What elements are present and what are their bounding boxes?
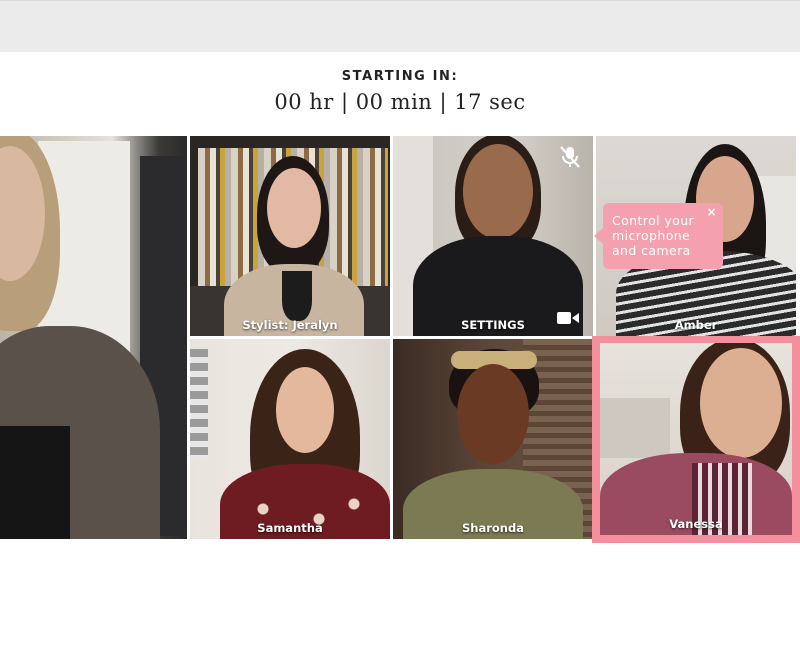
tooltip-text: Control your microphone and camera xyxy=(612,213,695,258)
mic-camera-tooltip: Control your microphone and camera × xyxy=(594,203,723,269)
participant-name: Vanessa xyxy=(669,517,723,531)
video-tile-host[interactable] xyxy=(0,136,187,539)
video-tile-self[interactable]: SETTINGS xyxy=(393,136,593,336)
video-tile-sharonda[interactable]: Sharonda xyxy=(393,339,593,539)
countdown-timer: 00 hr | 00 min | 17 sec xyxy=(274,90,526,114)
video-tile-vanessa[interactable]: Vanessa xyxy=(600,343,792,535)
participant-name: Stylist: Jeralyn xyxy=(242,318,338,332)
participant-name: Amber xyxy=(674,318,718,332)
close-icon[interactable]: × xyxy=(707,205,717,220)
countdown-label: STARTING IN: xyxy=(341,69,459,84)
settings-label[interactable]: SETTINGS xyxy=(393,318,593,332)
mic-muted-icon[interactable] xyxy=(557,144,583,170)
participant-name: Sharonda xyxy=(462,521,524,535)
participant-name: Samantha xyxy=(257,521,323,535)
video-tile-stylist[interactable]: Stylist: Jeralyn xyxy=(190,136,390,336)
top-bar xyxy=(0,0,800,52)
video-tile-samantha[interactable]: Samantha xyxy=(190,339,390,539)
